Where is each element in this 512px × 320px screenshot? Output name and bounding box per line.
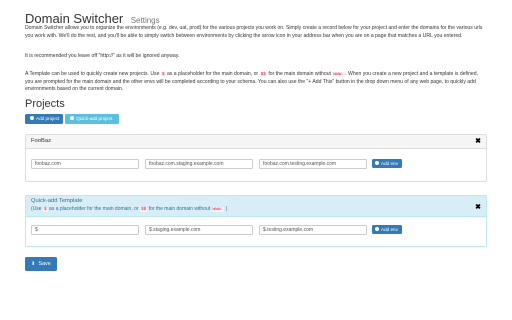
template-text-a: A Template can be used to quickly create… <box>25 71 160 77</box>
plus-circle-icon <box>30 116 34 121</box>
double-dollar-code: $$ <box>139 207 148 212</box>
dollar-code: $ <box>42 207 48 212</box>
hint-text-c: for the main domain without <box>148 206 211 212</box>
close-icon[interactable]: ✖ <box>475 137 481 145</box>
http-note: It is recommended you leave off "http://… <box>25 53 180 59</box>
intro-paragraph: Domain Switcher allows you to organize t… <box>25 25 483 39</box>
template-text-b: as a placeholder for the main domain, or <box>166 71 259 77</box>
add-project-button[interactable]: Add project <box>25 114 63 124</box>
template-panel-header: Quick-add Template (Use $ as a placehold… <box>26 196 486 217</box>
hint-text-a: (Use <box>31 206 42 212</box>
template-title: Quick-add Template <box>31 198 83 204</box>
template-hint: (Use $ as a placeholder for the main dom… <box>31 206 227 212</box>
template-add-env-label: Add env <box>381 227 398 232</box>
hint-text-d: ) <box>225 206 228 212</box>
project-panel-header: FooBaz ✖ <box>26 135 486 149</box>
template-input-testing[interactable]: $.testing.example.com <box>259 225 367 235</box>
template-input-main[interactable]: $ <box>31 225 139 235</box>
add-env-label: Add env <box>381 161 398 166</box>
env-input-main[interactable]: foobaz.com <box>31 159 139 169</box>
dollar-code: $ <box>160 72 166 77</box>
page-title: Domain Switcher <box>25 11 124 26</box>
template-panel: Quick-add Template (Use $ as a placehold… <box>25 195 487 247</box>
save-label: Save <box>38 261 51 267</box>
save-button[interactable]: ⬇ Save <box>25 257 57 271</box>
template-input-staging[interactable]: $.staging.example.com <box>145 225 253 235</box>
www-code: www. <box>211 207 225 212</box>
quick-add-label: Quick-add project <box>76 116 113 121</box>
plus-circle-icon <box>70 116 74 121</box>
download-icon: ⬇ <box>31 261 36 267</box>
template-paragraph: A Template can be used to quickly create… <box>25 71 487 94</box>
page-subtitle: Settings <box>130 16 160 25</box>
double-dollar-code: $$ <box>259 72 267 77</box>
projects-heading: Projects <box>25 98 65 110</box>
plus-circle-icon <box>375 161 379 166</box>
www-code: www. <box>332 72 346 77</box>
close-icon[interactable]: ✖ <box>475 203 481 211</box>
template-add-env-button[interactable]: Add env <box>372 225 402 234</box>
hint-text-b: as a placeholder for the main domain, or <box>49 206 139 212</box>
project-name: FooBaz <box>31 138 51 144</box>
project-panel: FooBaz ✖ foobaz.com foobaz.com.staging.e… <box>25 134 487 182</box>
template-text-c: for the main domain without <box>268 71 331 77</box>
add-project-label: Add project <box>36 116 60 121</box>
env-input-staging[interactable]: foobaz.com.staging.example.com <box>145 159 253 169</box>
add-env-button[interactable]: Add env <box>372 159 402 168</box>
env-input-testing[interactable]: foobaz.com.testing.example.com <box>259 159 367 169</box>
quick-add-project-button[interactable]: Quick-add project <box>65 114 119 124</box>
plus-circle-icon <box>375 227 379 232</box>
